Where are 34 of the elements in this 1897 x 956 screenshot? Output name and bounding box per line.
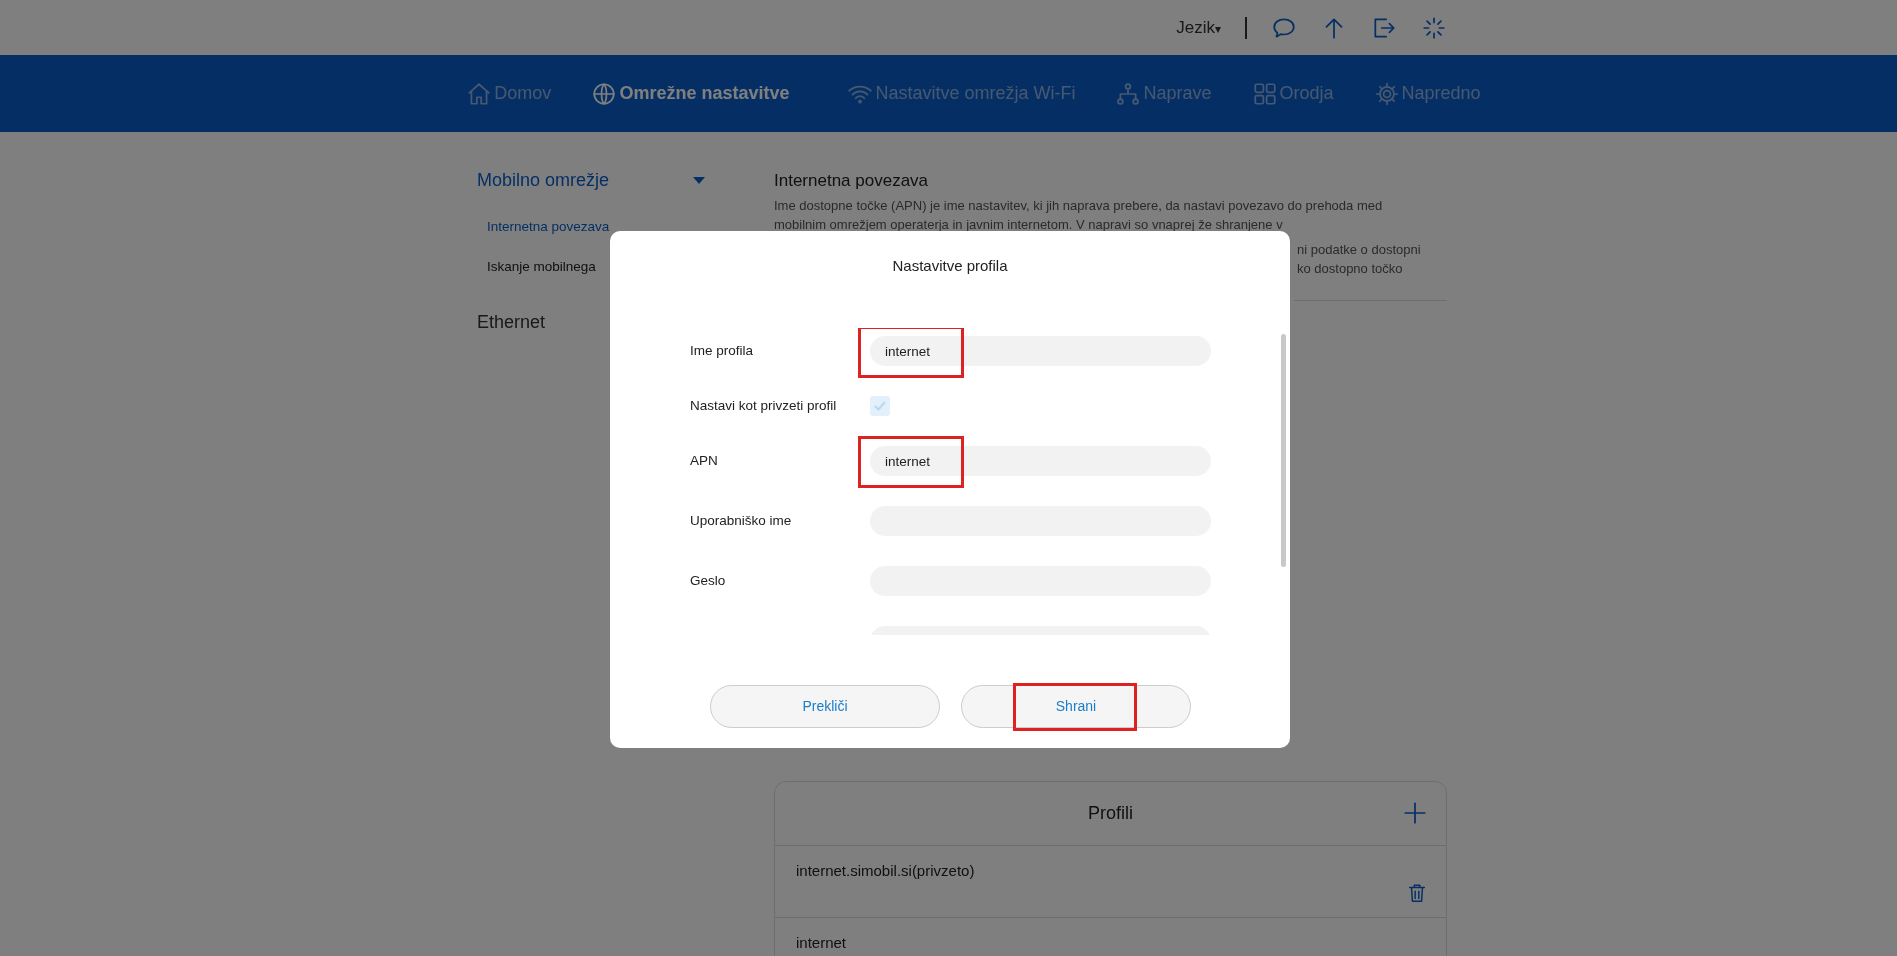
description-text: mobilnim omrežjem operaterja in javnim internetom. V napravi so vnaprej že shranjene v: [774, 215, 1284, 234]
nav-tab[interactable]: Nastavitve omrežja Wi-Fi: [847, 80, 1076, 107]
description-text: Ime dostopne točke (APN) je ime nastavitev, ki jih naprava prebere, da nastavi povezavo do prehoda med: [774, 196, 1384, 215]
grid-icon: [1251, 80, 1278, 107]
input-field[interactable]: internet: [870, 446, 1211, 476]
nav-tab[interactable]: Naprave: [1115, 80, 1212, 107]
sidebar-group[interactable]: Mobilno omrežje: [477, 164, 717, 197]
check-icon: [873, 399, 887, 413]
cancel-button[interactable]: Prekliči: [710, 685, 940, 728]
language-dropdown[interactable]: Jezik▾: [1176, 14, 1221, 41]
settings-icon: [1373, 80, 1400, 107]
caret-icon: ▾: [1215, 21, 1221, 36]
field-label: Ime profila: [690, 341, 755, 360]
add-icon[interactable]: [1402, 800, 1428, 826]
globe-icon: [591, 80, 618, 107]
save-button[interactable]: Shrani: [961, 685, 1191, 728]
card-title: Profili: [1088, 801, 1133, 825]
section-title: Internetna povezava: [774, 170, 930, 192]
nav-tab[interactable]: Orodja: [1251, 80, 1334, 107]
field-label: Geslo: [690, 571, 727, 590]
profile-name: internet: [796, 932, 847, 953]
nav-tab[interactable]: Omrežne nastavitve: [591, 80, 790, 107]
field-label: APN: [690, 451, 719, 470]
profile-name: internet.simobil.si(privzeto): [796, 860, 975, 881]
description-text: ni podatke o dostopni: [1297, 241, 1421, 257]
nav-tab[interactable]: Napredno: [1373, 80, 1481, 107]
caret-icon: [693, 176, 705, 185]
field-label: Nastavi kot privzeti profil: [690, 396, 838, 415]
nav-tab[interactable]: Domov: [466, 80, 552, 107]
dialog-title: Nastavitve profila: [891, 256, 1009, 276]
network-icon: [1115, 80, 1142, 107]
input-field[interactable]: internet: [870, 336, 1211, 366]
description-text: ko dostopno točko: [1297, 260, 1403, 276]
field-label: Uporabniško ime: [690, 511, 793, 530]
